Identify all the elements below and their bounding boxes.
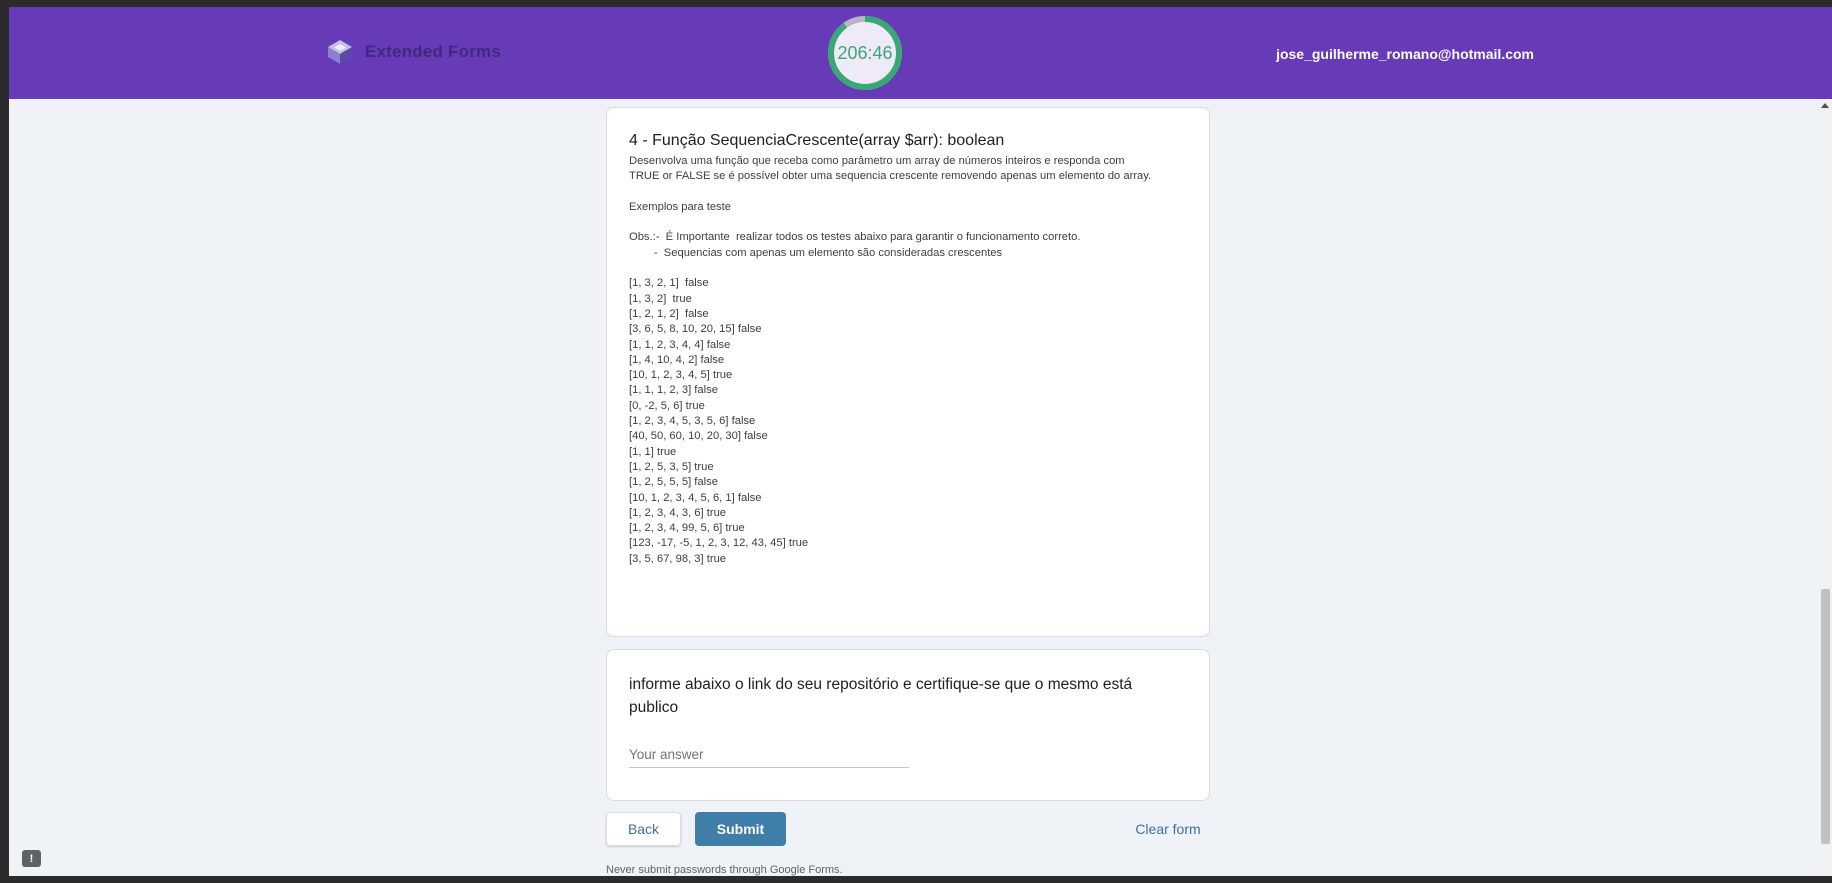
description-line: - Sequencias com apenas um elemento são … [629, 246, 1003, 259]
description-line [629, 215, 1189, 230]
top-bar: Extended Forms 206:46 jose_guilherme_rom… [9, 7, 1832, 99]
browser-viewport: Extended Forms 206:46 jose_guilherme_rom… [9, 7, 1832, 876]
description-line [629, 261, 1189, 276]
description-line: [1, 1] true [629, 445, 677, 458]
description-line: [0, -2, 5, 6] true [629, 399, 705, 412]
back-button[interactable]: Back [606, 812, 681, 846]
description-line: [10, 1, 2, 3, 4, 5, 6, 1] false [629, 491, 762, 504]
description-line [629, 185, 1189, 200]
brand-name: Extended Forms [365, 42, 501, 61]
description-line: [1, 4, 10, 4, 2] false [629, 353, 725, 366]
description-line: [3, 6, 5, 8, 10, 20, 15] false [629, 323, 762, 336]
description-line: [1, 3, 2, 1] false [629, 277, 709, 290]
description-line: Exemplos para teste [629, 200, 731, 213]
description-line: [1, 1, 2, 3, 4, 4] false [629, 338, 731, 351]
question-description: Desenvolva uma função que receba como pa… [629, 154, 1189, 567]
password-warning: Never submit passwords through Google Fo… [606, 864, 843, 876]
page-scrollbar[interactable] [1819, 99, 1832, 876]
description-line: [1, 2, 5, 5, 5] false [629, 476, 718, 489]
description-line: [1, 3, 2] true [629, 292, 692, 305]
description-line: Desenvolva uma função que receba como pa… [629, 155, 1125, 167]
description-line: [1, 2, 5, 3, 5] true [629, 460, 714, 473]
description-line: TRUE or FALSE se é possível obter uma se… [629, 170, 1152, 183]
description-line: [1, 2, 1, 2] false [629, 307, 709, 320]
question-title: informe abaixo o link do seu repositório… [629, 676, 1133, 716]
scroll-up-arrow-icon[interactable] [1821, 103, 1829, 108]
question-card-4: 4 - Função SequenciaCrescente(array $arr… [606, 107, 1210, 637]
description-line: [3, 5, 67, 98, 3] true [629, 552, 727, 565]
description-line: [1, 2, 3, 4, 3, 6] true [629, 506, 727, 519]
report-feedback-icon[interactable]: ! [22, 850, 41, 867]
description-line: [123, -17, -5, 1, 2, 3, 12, 43, 45] true [629, 537, 809, 550]
countdown-timer: 206:46 [827, 15, 903, 91]
scrollbar-thumb[interactable] [1821, 589, 1830, 844]
clear-form-button[interactable]: Clear form [1126, 812, 1210, 846]
answer-input[interactable] [629, 742, 909, 768]
description-line: [10, 1, 2, 3, 4, 5] true [629, 369, 733, 382]
description-line: [40, 50, 60, 10, 20, 30] false [629, 430, 768, 443]
description-line: [1, 2, 3, 4, 99, 5, 6] true [629, 522, 745, 535]
brand-logo[interactable]: Extended Forms [325, 37, 501, 67]
question-card-5: informe abaixo o link do seu repositório… [606, 649, 1210, 801]
description-line: [1, 2, 3, 4, 5, 3, 5, 6] false [629, 415, 756, 428]
description-line: Obs.:- É Importante realizar todos os te… [629, 231, 1081, 244]
question-title: 4 - Função SequenciaCrescente(array $arr… [629, 132, 1005, 149]
timer-value: 206:46 [837, 42, 893, 63]
description-line: [1, 1, 1, 2, 3] false [629, 384, 718, 397]
user-email: jose_guilherme_romano@hotmail.com [1276, 46, 1534, 62]
extended-forms-logo-icon [328, 40, 352, 64]
submit-button[interactable]: Submit [695, 812, 786, 846]
